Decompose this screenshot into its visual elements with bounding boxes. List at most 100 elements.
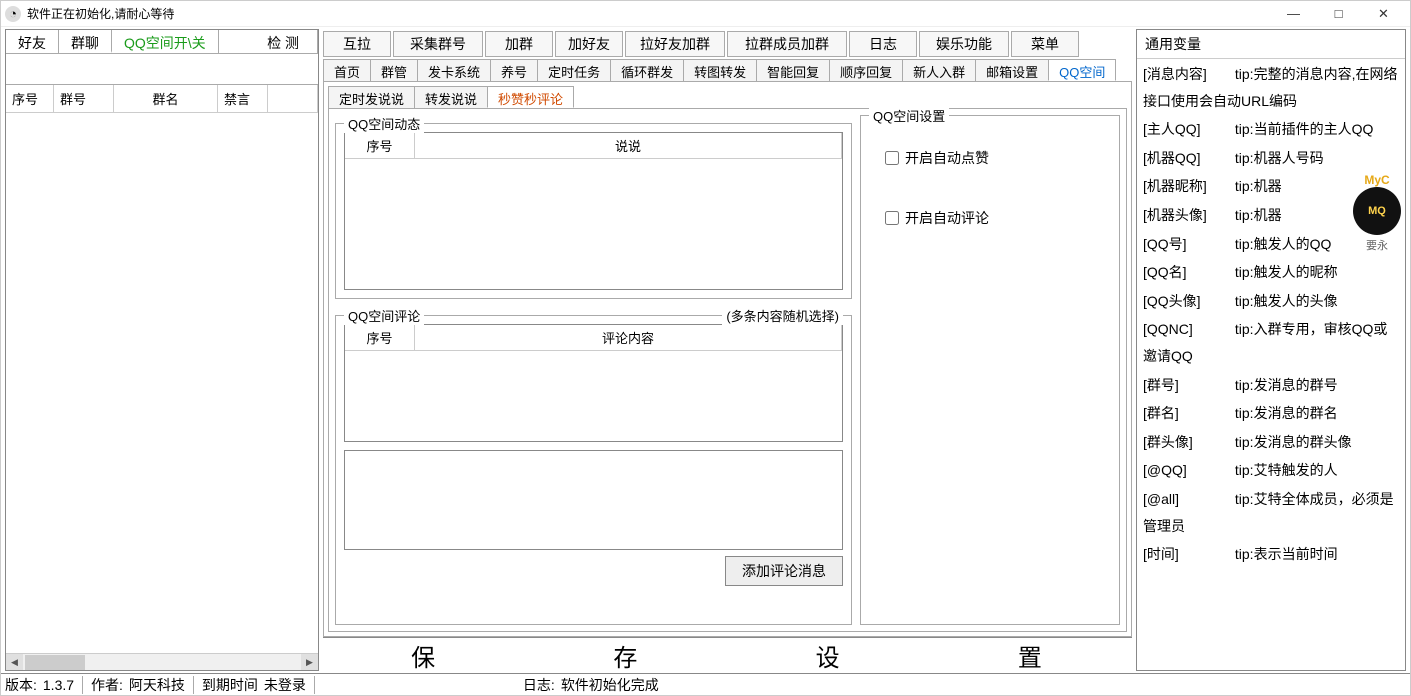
dyn-col-seq[interactable]: 序号: [345, 133, 415, 158]
tab-detect[interactable]: 检 测: [249, 30, 318, 53]
group-comment-title: QQ空间评论: [344, 306, 424, 325]
nav-groupmgr[interactable]: 群管: [370, 59, 418, 81]
col-extra[interactable]: [268, 85, 318, 112]
var-item[interactable]: [QQNC] tip:入群专用，审核QQ或邀请QQ: [1143, 316, 1399, 369]
chk-auto-like[interactable]: 开启自动点赞: [885, 148, 1103, 168]
scroll-right-icon[interactable]: ▶: [301, 654, 318, 671]
dynamic-grid-body[interactable]: [345, 159, 842, 289]
var-item[interactable]: [@all] tip:艾特全体成员，必须是管理员: [1143, 486, 1399, 539]
chk-auto-comment[interactable]: 开启自动评论: [885, 208, 1103, 228]
minimize-button[interactable]: —: [1271, 1, 1316, 27]
group-comment-note: (多条内容随机选择): [722, 306, 843, 325]
variable-list[interactable]: [消息内容] tip:完整的消息内容,在网络接口使用会自动URL编码[主人QQ]…: [1137, 59, 1405, 670]
nav-mail[interactable]: 邮箱设置: [975, 59, 1049, 81]
badge-title: MyC: [1342, 173, 1411, 187]
var-item[interactable]: [QQ头像] tip:触发人的头像: [1143, 288, 1399, 315]
tab-friends[interactable]: 好友: [6, 30, 59, 53]
btn-menu[interactable]: 菜单: [1011, 31, 1079, 57]
chk-auto-comment-box[interactable]: [885, 211, 899, 225]
nav-newcomer[interactable]: 新人入群: [902, 59, 976, 81]
group-dynamic-title: QQ空间动态: [344, 114, 424, 133]
nav-forward-img[interactable]: 转图转发: [683, 59, 757, 81]
titlebar: ◔ 软件正在初始化,请耐心等待 — □ ✕: [1, 1, 1410, 27]
log-label: 日志:: [523, 675, 555, 695]
comment-grid[interactable]: 序号 评论内容: [344, 324, 843, 442]
version-value: 1.3.7: [43, 677, 74, 693]
nav-home[interactable]: 首页: [323, 59, 371, 81]
nav-schedule[interactable]: 定时任务: [537, 59, 611, 81]
badge-sub: 要永: [1342, 237, 1411, 253]
add-comment-button[interactable]: 添加评论消息: [725, 556, 843, 586]
var-item[interactable]: [@QQ] tip:艾特触发的人: [1143, 457, 1399, 484]
btn-pull-friend-group[interactable]: 拉好友加群: [625, 31, 725, 57]
var-item[interactable]: [时间] tip:表示当前时间: [1143, 541, 1399, 568]
nav-loopmass[interactable]: 循环群发: [610, 59, 684, 81]
app-icon: ◔: [5, 6, 21, 22]
sub-tabs: 定时发说说 转发说说 秒赞秒评论: [328, 86, 1127, 108]
penguin-icon: MQ: [1353, 187, 1401, 235]
float-badge[interactable]: MyC MQ 要永: [1342, 173, 1411, 253]
log-value: 软件初始化完成: [561, 675, 659, 695]
subtab-schedule-post[interactable]: 定时发说说: [328, 86, 415, 108]
group-dynamic: QQ空间动态 序号 说说: [335, 123, 852, 299]
btn-entertainment[interactable]: 娱乐功能: [919, 31, 1009, 57]
horizontal-scrollbar[interactable]: ◀ ▶: [6, 653, 318, 670]
right-panel: 通用变量 [消息内容] tip:完整的消息内容,在网络接口使用会自动URL编码[…: [1136, 29, 1406, 671]
group-comment: QQ空间评论 (多条内容随机选择) 序号 评论内容 添加评论消息: [335, 315, 852, 625]
var-item[interactable]: [机器QQ] tip:机器人号码: [1143, 145, 1399, 172]
center-panel: 互拉 采集群号 加群 加好友 拉好友加群 拉群成员加群 日志 娱乐功能 菜单 首…: [323, 29, 1132, 671]
cmt-col-seq[interactable]: 序号: [345, 325, 415, 350]
comment-input[interactable]: [344, 450, 843, 550]
comment-grid-body[interactable]: [345, 351, 842, 441]
btn-add-group[interactable]: 加群: [485, 31, 553, 57]
close-button[interactable]: ✕: [1361, 1, 1406, 27]
version-label: 版本:: [5, 675, 37, 695]
group-table-body[interactable]: [6, 113, 318, 653]
btn-pull-member-group[interactable]: 拉群成员加群: [727, 31, 847, 57]
subtab-forward-post[interactable]: 转发说说: [414, 86, 488, 108]
save-settings-button[interactable]: 保 存 设 置: [323, 637, 1132, 671]
group-table: 序号 群号 群名 禁言 ◀ ▶: [6, 84, 318, 670]
var-item[interactable]: [群名] tip:发消息的群名: [1143, 400, 1399, 427]
btn-mutual-pull[interactable]: 互拉: [323, 31, 391, 57]
var-item[interactable]: [QQ名] tip:触发人的昵称: [1143, 259, 1399, 286]
col-mute[interactable]: 禁言: [218, 85, 268, 112]
btn-add-friend[interactable]: 加好友: [555, 31, 623, 57]
col-groupid[interactable]: 群号: [54, 85, 114, 112]
nav-cardsys[interactable]: 发卡系统: [417, 59, 491, 81]
btn-collect-group[interactable]: 采集群号: [393, 31, 483, 57]
right-panel-title: 通用变量: [1137, 30, 1405, 59]
toolbar: 互拉 采集群号 加群 加好友 拉好友加群 拉群成员加群 日志 娱乐功能 菜单: [323, 29, 1132, 59]
statusbar: 版本: 1.3.7 作者: 阿天科技 到期时间 未登录 日志: 软件初始化完成: [1, 673, 1410, 695]
cmt-col-text[interactable]: 评论内容: [415, 325, 842, 350]
scroll-thumb[interactable]: [25, 655, 85, 670]
btn-log[interactable]: 日志: [849, 31, 917, 57]
col-seq[interactable]: 序号: [6, 85, 54, 112]
author-label: 作者:: [91, 675, 123, 695]
qqzone-settings: QQ空间设置 开启自动点赞 开启自动评论: [860, 115, 1120, 625]
scroll-left-icon[interactable]: ◀: [6, 654, 23, 671]
main-nav-tabs: 首页 群管 发卡系统 养号 定时任务 循环群发 转图转发 智能回复 顺序回复 新…: [323, 59, 1132, 81]
var-item[interactable]: [群号] tip:发消息的群号: [1143, 372, 1399, 399]
tab-qqzone-toggle[interactable]: QQ空间开\关: [112, 30, 219, 53]
expiry-label: 到期时间: [202, 675, 258, 695]
maximize-button[interactable]: □: [1316, 1, 1361, 27]
nav-seq-reply[interactable]: 顺序回复: [829, 59, 903, 81]
nav-content: 定时发说说 转发说说 秒赞秒评论 QQ空间动态 序号 说说: [323, 81, 1132, 637]
subtab-content: QQ空间动态 序号 说说 QQ空间评论 (多条内容随机选择): [328, 108, 1127, 632]
nav-qqzone[interactable]: QQ空间: [1048, 59, 1116, 81]
tab-groupchat[interactable]: 群聊: [59, 30, 112, 53]
var-item[interactable]: [消息内容] tip:完整的消息内容,在网络接口使用会自动URL编码: [1143, 61, 1399, 114]
left-panel: 好友 群聊 QQ空间开\关 检 测 序号 群号 群名 禁言 ◀ ▶: [5, 29, 319, 671]
chk-auto-like-box[interactable]: [885, 151, 899, 165]
author-value: 阿天科技: [129, 675, 185, 695]
var-item[interactable]: [主人QQ] tip:当前插件的主人QQ: [1143, 116, 1399, 143]
col-groupname[interactable]: 群名: [114, 85, 218, 112]
subtab-like-comment[interactable]: 秒赞秒评论: [487, 86, 574, 108]
dyn-col-text[interactable]: 说说: [415, 133, 842, 158]
nav-raise[interactable]: 养号: [490, 59, 538, 81]
window-title: 软件正在初始化,请耐心等待: [27, 5, 1271, 22]
nav-smart-reply[interactable]: 智能回复: [756, 59, 830, 81]
var-item[interactable]: [群头像] tip:发消息的群头像: [1143, 429, 1399, 456]
dynamic-grid[interactable]: 序号 说说: [344, 132, 843, 290]
